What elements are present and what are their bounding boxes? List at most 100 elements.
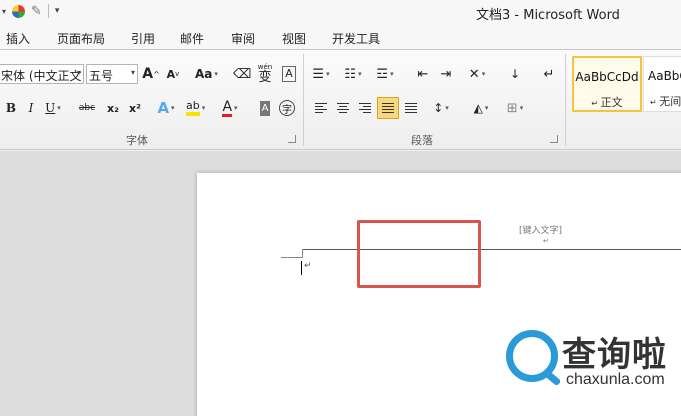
color-palette-icon[interactable]	[12, 4, 26, 18]
dropdown-arrow-icon[interactable]: ▾	[2, 7, 6, 16]
clear-format-button[interactable]: ⌫	[233, 64, 251, 84]
font-family-value: 宋体 (中文正文	[1, 69, 82, 83]
enclose-characters-button[interactable]: 字	[278, 98, 296, 118]
font-group-label: 字体	[126, 134, 148, 147]
eraser-icon: ⌫	[233, 66, 252, 82]
window-title: 文档3 - Microsoft Word	[476, 8, 620, 23]
decrease-indent-icon: ⇤	[417, 66, 429, 82]
align-center-button[interactable]	[334, 98, 352, 118]
tab-page-layout[interactable]: 页面布局	[57, 30, 105, 47]
subscript-button[interactable]: x₂	[104, 98, 122, 118]
watermark-brand: 查询啦	[562, 335, 667, 375]
ribbon-tabs: 插入 页面布局 引用 邮件 审阅 视图 开发工具	[0, 24, 681, 50]
style-preview: AaBbC	[648, 69, 681, 83]
shrink-font-button[interactable]: Av	[164, 64, 182, 84]
font-color-button[interactable]: A ▾	[221, 98, 239, 118]
justify-button[interactable]	[377, 97, 399, 119]
italic-button[interactable]: I	[22, 98, 40, 118]
increase-indent-button[interactable]: ⇥	[437, 64, 455, 84]
caret-up-icon: ^	[153, 69, 160, 79]
tab-insert[interactable]: 插入	[6, 30, 30, 47]
paint-bucket-icon: ◭	[473, 101, 483, 115]
shading-button[interactable]: ◭ ▾	[472, 98, 490, 118]
chevron-down-icon: ▾	[234, 104, 238, 112]
highlight-annotation-box	[357, 220, 481, 288]
font-size-value: 五号	[89, 69, 114, 83]
borders-icon: ⊞	[506, 100, 518, 116]
highlight-button[interactable]: ab ▾	[186, 98, 205, 118]
decrease-indent-button[interactable]: ⇤	[414, 64, 432, 84]
align-left-button[interactable]	[312, 98, 330, 118]
grow-font-button[interactable]: A ^	[142, 64, 160, 84]
customize-icon[interactable]: ▾	[55, 6, 60, 16]
multilevel-list-icon: ☲	[376, 66, 389, 82]
style-no-spacing[interactable]: AaBbC ↵ 无间	[643, 56, 681, 112]
change-case-button[interactable]: Aa ▾	[195, 64, 218, 84]
font-size-select[interactable]: 五号 ▾	[86, 64, 138, 84]
tab-review[interactable]: 审阅	[231, 30, 255, 47]
style-normal[interactable]: AaBbCcDd ↵ 正文	[572, 56, 642, 112]
bullets-button[interactable]: ☰ ▾	[312, 64, 330, 84]
chevron-down-icon: ▾	[481, 70, 486, 78]
multilevel-list-button[interactable]: ☲ ▾	[376, 64, 394, 84]
quick-access-toolbar: ▾ ✎ ▾	[0, 2, 59, 20]
show-marks-button[interactable]: ↵	[540, 64, 558, 84]
paragraph-group-label: 段落	[411, 134, 433, 147]
align-right-button[interactable]	[356, 98, 374, 118]
margin-guide	[281, 257, 303, 258]
header-placeholder[interactable]: [键入文字]	[519, 223, 562, 236]
underline-button[interactable]: U ▾	[44, 98, 62, 118]
ribbon: 宋体 (中文正文 ▾ 五号 ▾ A ^ Av Aa ▾ ⌫ wén 变 A B I …	[0, 50, 681, 150]
sort-button[interactable]: ↓	[506, 64, 524, 84]
line-spacing-icon: ↕	[433, 101, 444, 115]
chevron-down-icon: ▾	[130, 68, 135, 77]
format-painter-icon[interactable]: ✎	[31, 4, 42, 19]
chevron-down-icon: ▾	[358, 70, 362, 78]
group-divider	[303, 54, 304, 146]
chevron-down-icon: ▾	[519, 104, 524, 112]
line-spacing-button[interactable]: ↕ ▾	[432, 98, 450, 118]
superscript-button[interactable]: x²	[126, 98, 144, 118]
sort-icon: ↓	[509, 67, 521, 81]
text-effects-button[interactable]: A ▾	[157, 98, 175, 118]
chevron-down-icon: ▾	[201, 104, 206, 112]
font-family-select[interactable]: 宋体 (中文正文 ▾	[0, 64, 84, 84]
chevron-down-icon: ▾	[390, 70, 394, 78]
bullet-list-icon: ☰	[312, 66, 325, 82]
chevron-down-icon: ▾	[76, 68, 81, 77]
align-center-icon	[337, 103, 349, 113]
numbering-button[interactable]: ☷ ▾	[344, 64, 362, 84]
character-border-button[interactable]: A	[280, 64, 298, 84]
tab-developer[interactable]: 开发工具	[332, 30, 380, 47]
chevron-down-icon: ▾	[214, 70, 218, 78]
toolbar-separator	[47, 4, 49, 18]
chevron-down-icon: ▾	[326, 70, 330, 78]
phonetic-guide-button[interactable]: wén 变	[256, 62, 274, 86]
chinese-layout-icon: ✕	[468, 66, 480, 82]
borders-button[interactable]: ⊞ ▾	[506, 98, 524, 118]
style-preview: AaBbCcDd	[575, 70, 639, 84]
align-right-icon	[359, 103, 371, 113]
paragraph-dialog-launcher-icon[interactable]	[550, 135, 558, 143]
header-paragraph-mark: ↵	[543, 237, 549, 245]
justify-icon	[382, 103, 394, 113]
tab-references[interactable]: 引用	[131, 30, 155, 47]
align-left-icon	[315, 103, 327, 113]
distributed-icon	[405, 103, 417, 113]
character-shading-button[interactable]: A	[256, 98, 274, 118]
chinese-layout-button[interactable]: ✕ ▾	[468, 64, 486, 84]
magnifier-q-icon	[506, 330, 558, 382]
title-bar: ▾ ✎ ▾ 文档3 - Microsoft Word	[0, 0, 681, 24]
group-divider	[565, 54, 566, 146]
chevron-down-icon: ▾	[171, 104, 175, 112]
distributed-button[interactable]	[402, 98, 420, 118]
paragraph-mark-icon: ↵	[543, 66, 555, 82]
chevron-down-icon: ▾	[445, 104, 449, 112]
tab-mailings[interactable]: 邮件	[180, 30, 204, 47]
font-dialog-launcher-icon[interactable]	[288, 135, 296, 143]
increase-indent-icon: ⇥	[440, 66, 452, 82]
tab-view[interactable]: 视图	[282, 30, 306, 47]
strikethrough-button[interactable]: abc	[78, 98, 96, 118]
numbered-list-icon: ☷	[344, 66, 357, 82]
bold-button[interactable]: B	[2, 98, 20, 118]
